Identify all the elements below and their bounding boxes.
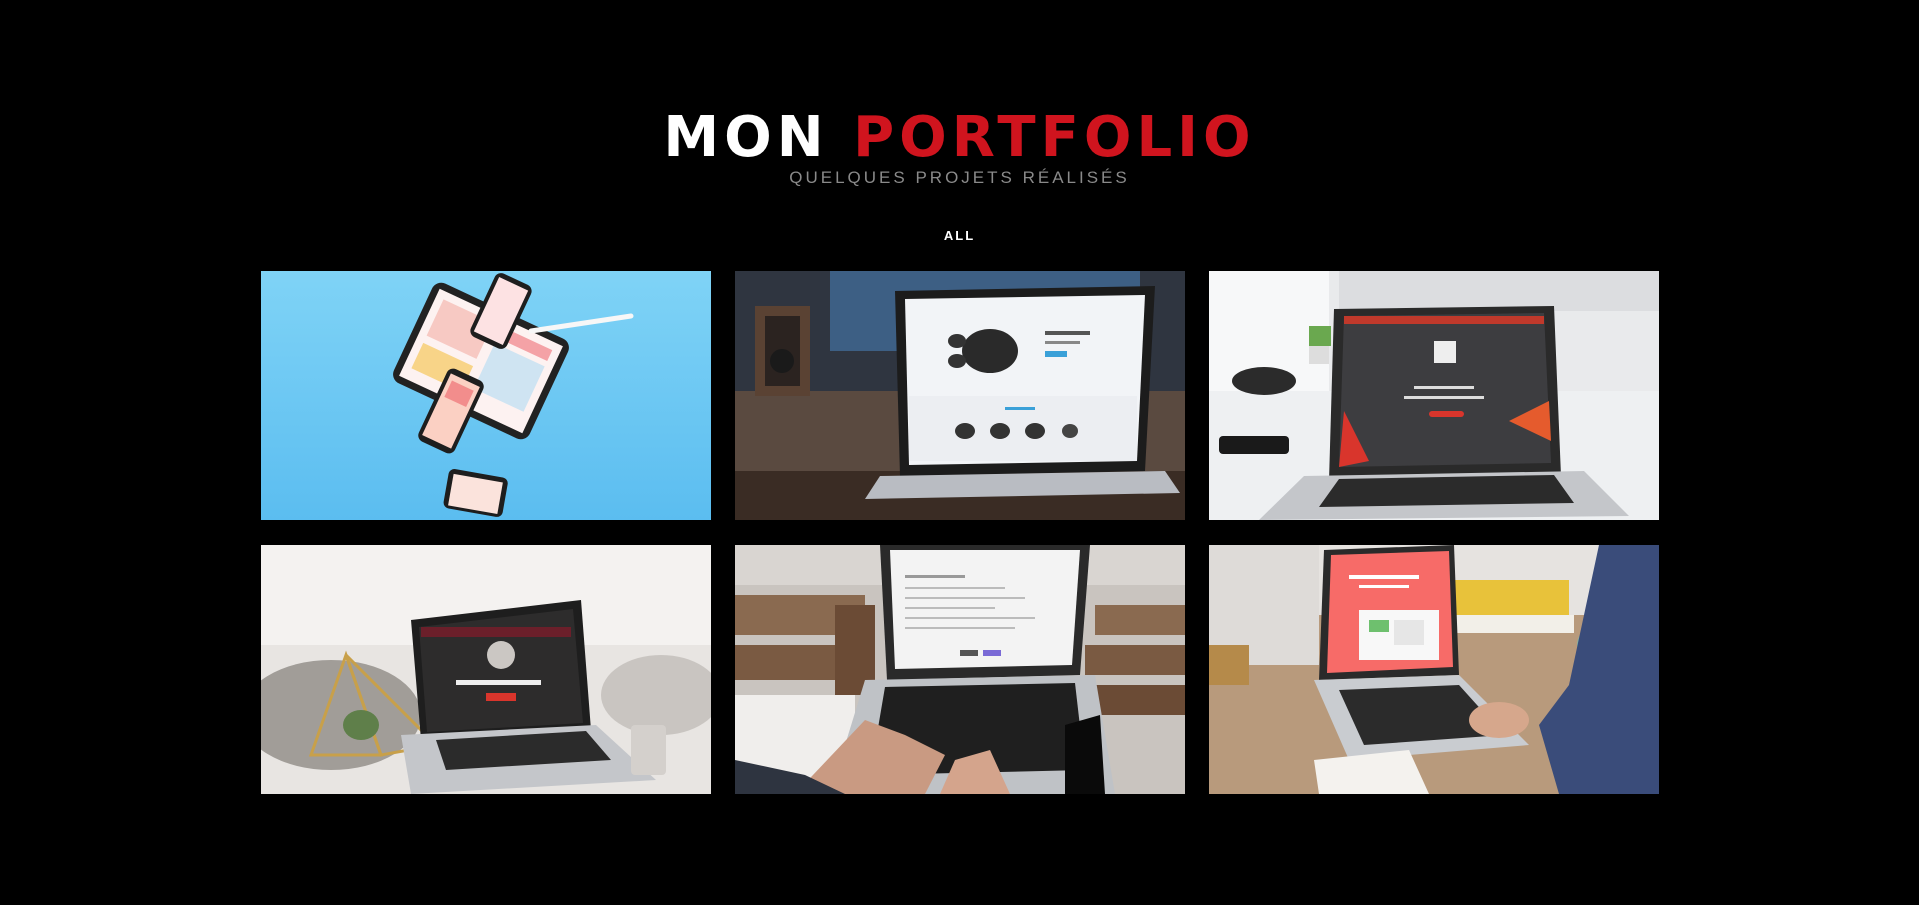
page-title-white: MON xyxy=(663,105,829,170)
page-title: MON PORTFOLIO xyxy=(0,106,1919,170)
filter-bar: ALL xyxy=(0,226,1919,245)
project-card-3[interactable] xyxy=(1209,271,1659,520)
project-card-5[interactable] xyxy=(735,545,1185,794)
project-thumbnail-4 xyxy=(261,545,711,794)
project-card-4[interactable] xyxy=(261,545,711,794)
portfolio-section: MON PORTFOLIO QUELQUES PROJETS RÉALISÉS … xyxy=(0,0,1919,905)
project-card-1[interactable] xyxy=(261,271,711,520)
project-thumbnail-2 xyxy=(735,271,1185,520)
project-thumbnail-6 xyxy=(1209,545,1659,794)
project-thumbnail-1 xyxy=(261,271,711,520)
project-card-2[interactable] xyxy=(735,271,1185,520)
project-thumbnail-5 xyxy=(735,545,1185,794)
projects-grid xyxy=(261,271,1659,794)
page-subtitle: QUELQUES PROJETS RÉALISÉS xyxy=(789,168,1130,187)
page-title-red: PORTFOLIO xyxy=(853,105,1256,170)
project-thumbnail-3 xyxy=(1209,271,1659,520)
project-card-6[interactable] xyxy=(1209,545,1659,794)
filter-all-button[interactable]: ALL xyxy=(940,226,979,245)
